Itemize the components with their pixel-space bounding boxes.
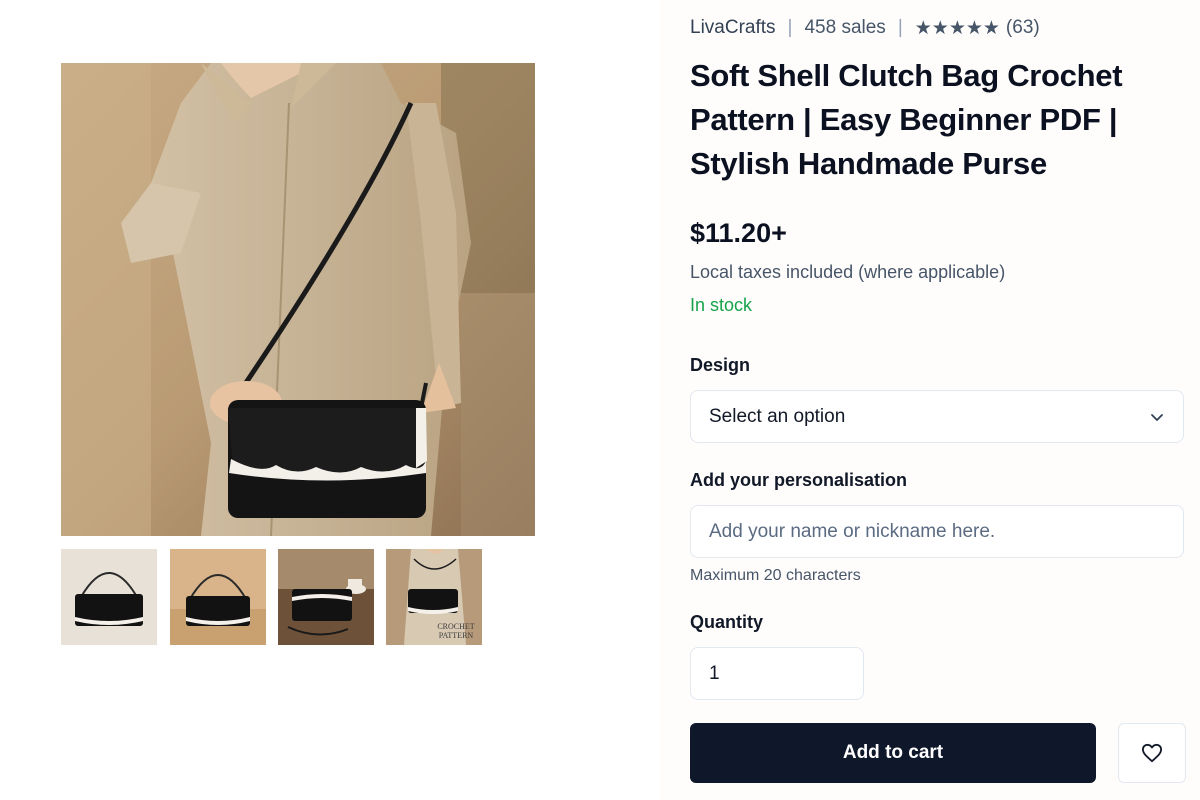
quantity-label: Quantity — [690, 612, 764, 632]
design-select[interactable]: Select an option — [690, 390, 1184, 443]
thumbnail-3[interactable] — [278, 549, 374, 645]
thumbnail-caption-line1: CROCHET — [437, 622, 474, 631]
chevron-down-icon — [1151, 414, 1163, 421]
design-label: Design — [690, 355, 751, 375]
personalisation-hint: Maximum 20 characters — [690, 567, 861, 584]
main-product-image[interactable] — [61, 63, 535, 536]
rating-stars-icon: ★★★★★ — [914, 17, 1000, 39]
thumbnail-caption-line2: PATTERN — [439, 631, 474, 640]
meta-divider: | — [787, 17, 793, 38]
meta-divider: | — [897, 17, 903, 38]
product-title: Soft Shell Clutch Bag Crochet Pattern | … — [690, 58, 1123, 181]
thumbnail-4[interactable]: CROCHET PATTERN — [386, 549, 482, 645]
stock-status: In stock — [690, 295, 753, 315]
product-price: $11.20+ — [690, 218, 787, 248]
favorite-button[interactable] — [1118, 723, 1186, 783]
heart-icon — [1141, 743, 1162, 763]
sales-count: 458 sales — [804, 17, 886, 38]
thumbnail-1[interactable] — [61, 549, 157, 645]
personalisation-label: Add your personalisation — [690, 470, 908, 490]
thumbnail-2[interactable] — [170, 549, 266, 645]
design-select-value: Select an option — [709, 405, 846, 427]
taxes-note: Local taxes included (where applicable) — [690, 262, 1006, 282]
add-to-cart-button[interactable]: Add to cart — [690, 723, 1096, 783]
quantity-input[interactable] — [690, 647, 864, 700]
shop-name-link[interactable]: LivaCrafts — [690, 17, 776, 39]
product-meta: LivaCrafts | 458 sales | ★★★★★ (63) — [690, 16, 1040, 40]
gallery-panel: CROCHET PATTERN — [0, 0, 660, 800]
review-count[interactable]: (63) — [1006, 17, 1040, 39]
personalisation-input[interactable] — [690, 505, 1184, 558]
